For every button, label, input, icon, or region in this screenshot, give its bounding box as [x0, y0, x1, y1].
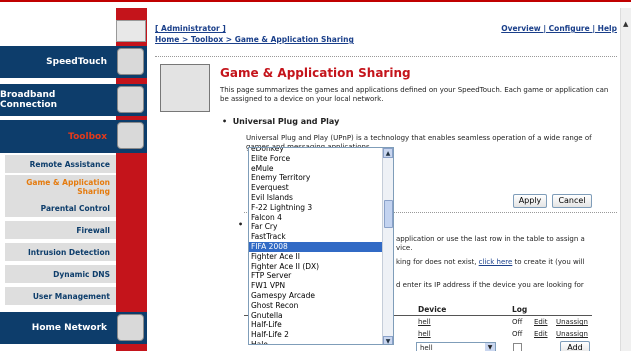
sidebar-item-parental-control[interactable]: Parental Control: [5, 199, 116, 218]
new-device-select[interactable]: hell ▼: [416, 342, 496, 351]
sidebar-label-toolbox: Toolbox: [68, 131, 107, 142]
top-border: [0, 0, 631, 8]
network-icon: [117, 314, 144, 341]
game-option[interactable]: Gamespy Arcade: [249, 291, 383, 301]
assign-bullet: •: [238, 220, 244, 229]
sidebar-item-home-network[interactable]: Home Network: [0, 312, 147, 344]
row2-unassign-link[interactable]: Unassign: [556, 330, 588, 338]
page-intro: This page summarizes the games and appli…: [220, 86, 609, 103]
click-here-link[interactable]: click here: [479, 258, 513, 266]
row2-log: Off: [512, 330, 523, 338]
col-header-device: Device: [418, 305, 447, 314]
game-option[interactable]: FIFA 2008: [249, 241, 383, 252]
sidebar-item-speedtouch[interactable]: SpeedTouch: [0, 46, 147, 78]
chevron-down-icon: ▼: [485, 343, 495, 351]
game-option[interactable]: Enemy Territory: [249, 173, 383, 183]
sidebar-item-broadband[interactable]: Broadband Connection: [0, 84, 147, 116]
missing-text: king for does not exist, click here to c…: [396, 258, 585, 267]
game-select-dropdown[interactable]: eDonkey Elite Force eMule Enemy Territory Ev…: [248, 147, 394, 345]
game-option[interactable]: eMule: [249, 164, 383, 174]
apply-button[interactable]: Apply: [513, 194, 547, 208]
nav-right-links[interactable]: Overview | Configure | Help: [501, 24, 617, 33]
sidebar-label-broadband: Broadband Connection: [0, 90, 58, 110]
new-log-checkbox[interactable]: [513, 343, 522, 351]
sidebar-item-intrusion-detection[interactable]: Intrusion Detection: [5, 243, 116, 262]
row2-edit-link[interactable]: Edit: [534, 330, 548, 338]
toolbox-icon: [117, 122, 144, 149]
sidebar-label-home-network: Home Network: [31, 323, 107, 333]
assign-text-2: vice.: [396, 244, 413, 252]
globe-icon: [117, 86, 144, 113]
row1-edit-link[interactable]: Edit: [534, 318, 548, 326]
header-links: [ Administrator ] Overview | Configure |…: [155, 24, 617, 33]
game-option[interactable]: Evil Islands: [249, 193, 383, 203]
sidebar-item-toolbox[interactable]: Toolbox: [0, 120, 147, 153]
col-header-log: Log: [512, 305, 528, 314]
game-option[interactable]: Far Cry: [249, 222, 383, 232]
game-option[interactable]: Halo: [249, 340, 383, 344]
scroll-down-icon[interactable]: ▼: [383, 336, 393, 344]
row2-device[interactable]: hell: [418, 330, 431, 338]
sidebar-item-game-sharing[interactable]: Game & Application Sharing: [5, 175, 116, 201]
row1-device[interactable]: hell: [418, 318, 431, 326]
game-option-list: eDonkey Elite Force eMule Enemy Territory Ev…: [249, 148, 393, 344]
thomson-logo-icon: [116, 20, 146, 42]
add-button[interactable]: Add: [560, 341, 590, 351]
page-scrollbar[interactable]: ▲: [620, 8, 631, 351]
game-option[interactable]: Fighter Ace II: [249, 252, 383, 262]
game-option[interactable]: eDonkey: [249, 148, 383, 154]
row1-log: Off: [512, 318, 523, 326]
missing-text-b: to create it (you will: [514, 258, 585, 266]
missing-text-a: king for does not exist,: [396, 258, 477, 266]
new-device-value: hell: [420, 344, 433, 351]
assign-text-1: application or use the last row in the t…: [396, 235, 585, 243]
modem-icon: [117, 48, 144, 75]
divider: [155, 56, 617, 57]
sidebar-label-speedtouch: SpeedTouch: [46, 57, 107, 67]
sidebar-item-remote-assistance[interactable]: Remote Assistance: [5, 155, 116, 174]
sidebar-item-user-management[interactable]: User Management: [5, 287, 116, 306]
upnp-heading-bullet: • Universal Plug and Play: [222, 117, 340, 126]
row1-unassign-link[interactable]: Unassign: [556, 318, 588, 326]
game-option[interactable]: FastTrack: [249, 232, 383, 242]
game-option[interactable]: FW1 VPN: [249, 281, 383, 291]
sidebar-item-dynamic-dns[interactable]: Dynamic DNS: [5, 265, 116, 284]
scroll-up-arrow-icon[interactable]: ▲: [623, 20, 628, 28]
admin-link[interactable]: [ Administrator ]: [155, 24, 226, 33]
game-option[interactable]: Ghost Recon: [249, 301, 383, 311]
game-option[interactable]: Gnutella: [249, 311, 383, 321]
upnp-heading: Universal Plug and Play: [232, 117, 340, 126]
game-option[interactable]: F-22 Lightning 3: [249, 203, 383, 213]
game-sharing-icon: [160, 64, 210, 112]
game-option[interactable]: Everquest: [249, 183, 383, 193]
ip-text: d enter its IP address if the device you…: [396, 281, 584, 289]
scroll-thumb[interactable]: [384, 200, 393, 228]
page-title: Game & Application Sharing: [220, 66, 411, 80]
cancel-button[interactable]: Cancel: [552, 194, 592, 208]
game-option[interactable]: FTP Server: [249, 271, 383, 281]
game-option[interactable]: Fighter Ace II (DX): [249, 262, 383, 272]
game-option[interactable]: Elite Force: [249, 154, 383, 164]
scroll-up-icon[interactable]: ▲: [383, 148, 393, 158]
sidebar-item-firewall[interactable]: Firewall: [5, 221, 116, 240]
dropdown-scrollbar[interactable]: ▲ ▼: [382, 148, 393, 344]
game-option[interactable]: Half-Life: [249, 320, 383, 330]
game-option[interactable]: Falcon 4: [249, 213, 383, 223]
game-option[interactable]: Half-Life 2: [249, 330, 383, 340]
breadcrumb[interactable]: Home > Toolbox > Game & Application Shar…: [155, 35, 354, 44]
